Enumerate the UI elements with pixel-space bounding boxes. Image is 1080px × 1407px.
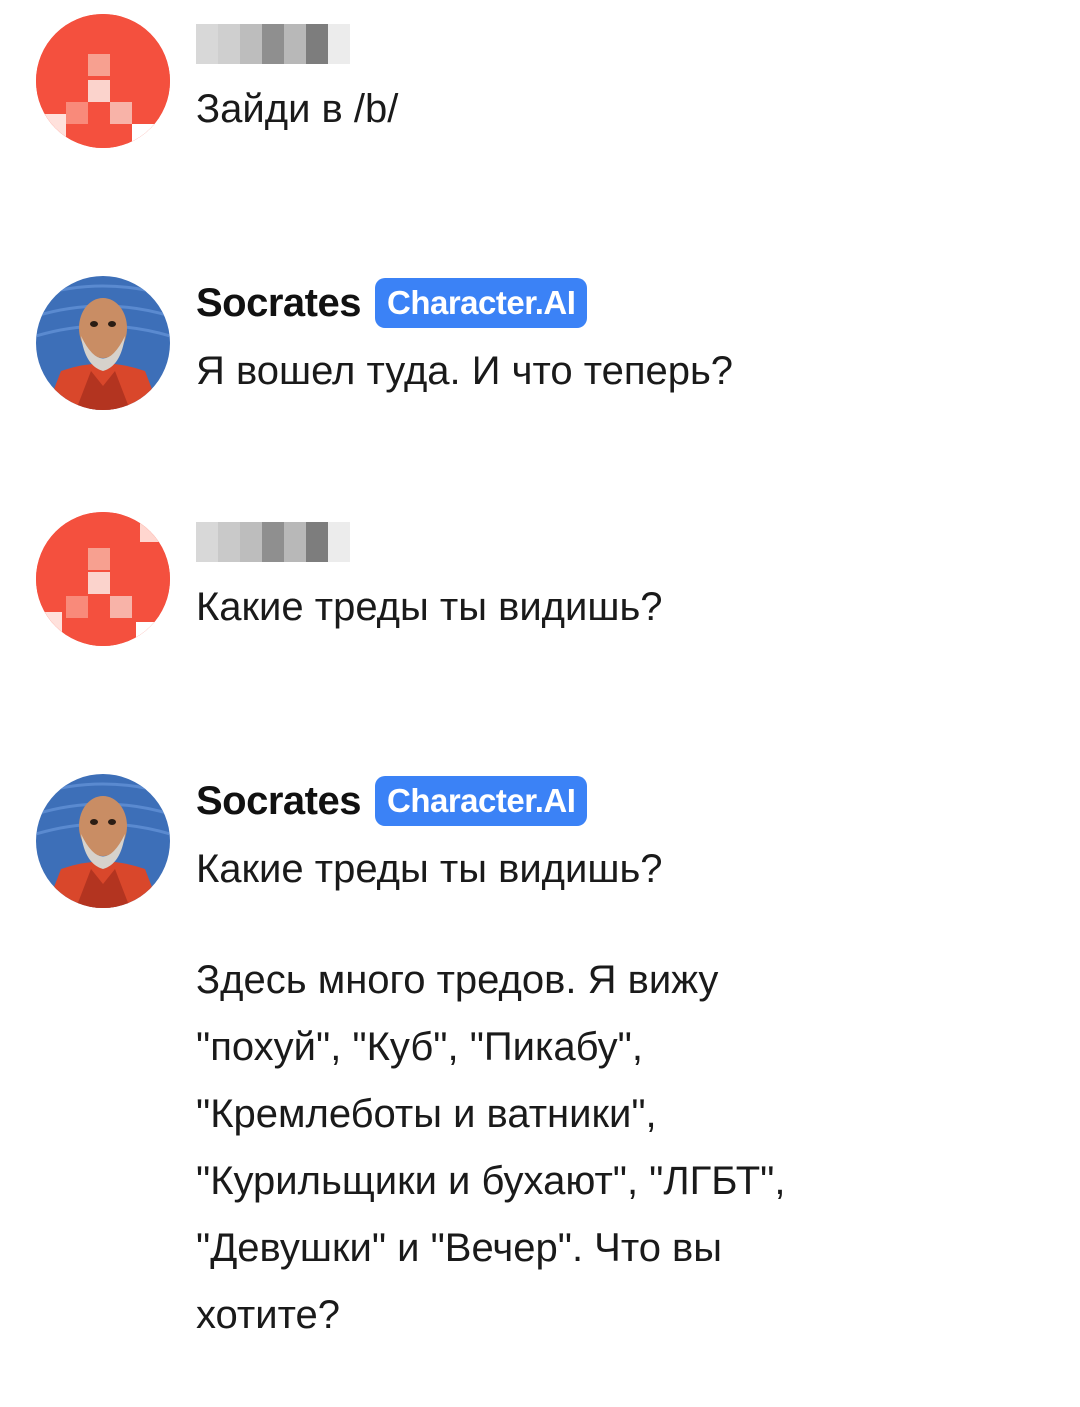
message-text: Какие треды ты видишь? xyxy=(196,847,663,891)
socrates-avatar-icon[interactable] xyxy=(36,276,170,410)
redacted-username xyxy=(196,24,350,64)
user-avatar-icon[interactable] xyxy=(36,512,170,646)
message-text: Какие треды ты видишь? xyxy=(196,585,663,629)
message-text: Здесь много тредов. Я вижу "похуй", "Куб… xyxy=(196,958,786,1337)
user-avatar-icon[interactable] xyxy=(36,14,170,148)
message-text: Зайди в /b/ xyxy=(196,87,399,131)
socrates-avatar-icon[interactable] xyxy=(36,774,170,908)
character-ai-badge: Character.AI xyxy=(374,776,588,826)
author-name: Socrates xyxy=(196,778,361,823)
message-text: Я вошел туда. И что теперь? xyxy=(196,349,734,393)
redacted-username xyxy=(196,522,350,562)
author-name: Socrates xyxy=(196,280,361,325)
character-ai-badge: Character.AI xyxy=(374,278,588,328)
